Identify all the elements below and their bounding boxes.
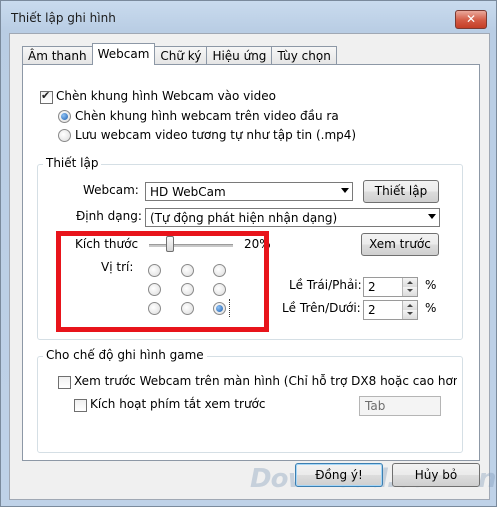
format-select-value: (Tự động phát hiện nhận dạng) bbox=[150, 211, 338, 225]
title-bar: Thiết lập ghi hình ✕ bbox=[1, 1, 496, 33]
tab-options[interactable]: Tùy chọn bbox=[271, 46, 337, 65]
game-preview-label: Xem trước Webcam trên màn hình (Chỉ hỗ t… bbox=[74, 374, 457, 388]
overlay-radio-label: Chèn khung hình webcam trên video đầu ra bbox=[75, 109, 339, 123]
format-label: Định dạng: bbox=[76, 209, 142, 223]
margin-lr-value: 2 bbox=[368, 280, 376, 294]
tab-audio[interactable]: Âm thanh bbox=[22, 46, 93, 65]
preview-button[interactable]: Xem trước bbox=[361, 233, 439, 256]
window-title: Thiết lập ghi hình bbox=[11, 11, 116, 25]
separate-file-radio-label: Lưu webcam video tương tự như tập tin (.… bbox=[75, 128, 357, 142]
hotkey-checkbox[interactable] bbox=[74, 399, 87, 412]
margin-tb-label: Lề Trên/Dưới: bbox=[282, 301, 361, 315]
insert-webcam-label: Chèn khung hình Webcam vào video bbox=[56, 89, 276, 103]
settings-group-label: Thiết lập bbox=[43, 156, 102, 170]
spin-down-icon[interactable] bbox=[402, 287, 417, 296]
format-select[interactable]: (Tự động phát hiện nhận dạng) bbox=[145, 208, 440, 227]
margin-tb-spinner[interactable]: 2 bbox=[363, 300, 418, 320]
insert-webcam-checkbox[interactable] bbox=[40, 89, 53, 104]
spin-down-icon[interactable] bbox=[402, 310, 417, 319]
recording-settings-dialog: Thiết lập ghi hình ✕ Âm thanh Webcam Chữ… bbox=[0, 0, 497, 507]
highlight-annotation-box bbox=[56, 231, 269, 332]
margin-lr-unit: % bbox=[425, 278, 437, 292]
chevron-down-icon bbox=[341, 188, 349, 193]
webcam-label: Webcam: bbox=[83, 183, 139, 197]
margin-lr-spinner[interactable]: 2 bbox=[363, 277, 418, 297]
hotkey-input[interactable]: Tab bbox=[359, 396, 441, 416]
setup-button[interactable]: Thiết lập bbox=[363, 180, 439, 203]
hotkey-input-value: Tab bbox=[365, 399, 386, 413]
cancel-button[interactable]: Hủy bỏ bbox=[392, 463, 480, 487]
tab-signature[interactable]: Chữ ký bbox=[154, 46, 208, 65]
game-group-label: Cho chế độ ghi hình game bbox=[43, 348, 207, 362]
tab-strip: Âm thanh Webcam Chữ ký Hiệu ứng Tùy chọn bbox=[22, 43, 337, 65]
tab-webcam[interactable]: Webcam bbox=[91, 43, 156, 65]
margin-tb-value: 2 bbox=[368, 303, 376, 317]
game-preview-checkbox[interactable] bbox=[58, 376, 71, 389]
separate-file-radio[interactable] bbox=[58, 129, 71, 142]
ok-button[interactable]: Đồng ý! bbox=[295, 463, 383, 487]
webcam-select[interactable]: HD WebCam bbox=[145, 182, 353, 201]
webcam-select-value: HD WebCam bbox=[150, 185, 226, 199]
close-button[interactable]: ✕ bbox=[455, 10, 487, 29]
margin-tb-unit: % bbox=[425, 301, 437, 315]
overlay-radio[interactable] bbox=[58, 110, 71, 123]
tab-effects[interactable]: Hiệu ứng bbox=[206, 46, 273, 65]
hotkey-label: Kích hoạt phím tắt xem trước bbox=[90, 397, 266, 411]
chevron-down-icon bbox=[428, 214, 436, 219]
margin-lr-label: Lề Trái/Phải: bbox=[289, 278, 362, 292]
